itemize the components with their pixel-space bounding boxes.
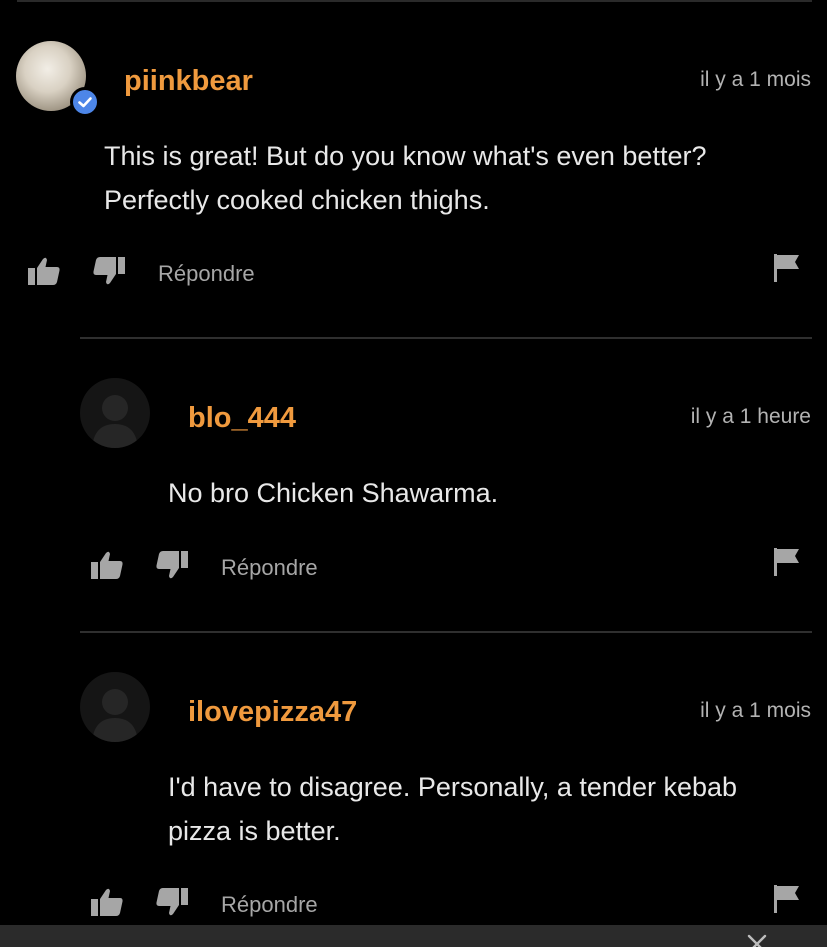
reply-button[interactable]: Répondre [158, 261, 255, 287]
username[interactable]: piinkbear [124, 64, 253, 98]
username[interactable]: ilovepizza47 [188, 695, 357, 729]
thumbs-up-icon[interactable] [90, 887, 124, 917]
top-divider [17, 0, 812, 2]
timestamp: il y a 1 mois [700, 68, 811, 91]
close-icon[interactable] [746, 933, 768, 947]
thumbs-down-icon[interactable] [155, 887, 189, 917]
comment-text: I'd have to disagree. Personally, a tend… [168, 765, 737, 853]
bottom-bar [0, 925, 827, 947]
default-avatar-icon [92, 689, 138, 742]
flag-icon[interactable] [773, 884, 801, 914]
flag-icon[interactable] [773, 547, 801, 577]
comment-text-line: Perfectly cooked chicken thighs. [104, 185, 490, 215]
comment-text-line: I'd have to disagree. Personally, a tend… [168, 772, 738, 802]
divider [80, 631, 812, 633]
reply-button[interactable]: Répondre [221, 555, 318, 581]
comment-text: No bro Chicken Shawarma. [168, 471, 498, 515]
verified-check-icon [70, 87, 100, 117]
thumbs-down-icon[interactable] [92, 256, 126, 286]
avatar[interactable] [80, 378, 150, 448]
thumbs-up-icon[interactable] [27, 256, 61, 286]
thumbs-up-icon[interactable] [90, 550, 124, 580]
flag-icon[interactable] [773, 253, 801, 283]
comment-text-line: pizza is better. [168, 816, 341, 846]
avatar[interactable] [80, 672, 150, 742]
comment-text-line: This is great! But do you know what's ev… [104, 141, 707, 171]
username[interactable]: blo_444 [188, 401, 296, 435]
default-avatar-icon [92, 395, 138, 448]
timestamp: il y a 1 mois [700, 699, 811, 722]
timestamp: il y a 1 heure [690, 405, 811, 428]
comment-text: This is great! But do you know what's ev… [104, 134, 706, 222]
comment-text-line: No bro Chicken Shawarma. [168, 478, 499, 508]
thumbs-down-icon[interactable] [155, 550, 189, 580]
reply-button[interactable]: Répondre [221, 892, 318, 918]
divider [80, 337, 812, 339]
